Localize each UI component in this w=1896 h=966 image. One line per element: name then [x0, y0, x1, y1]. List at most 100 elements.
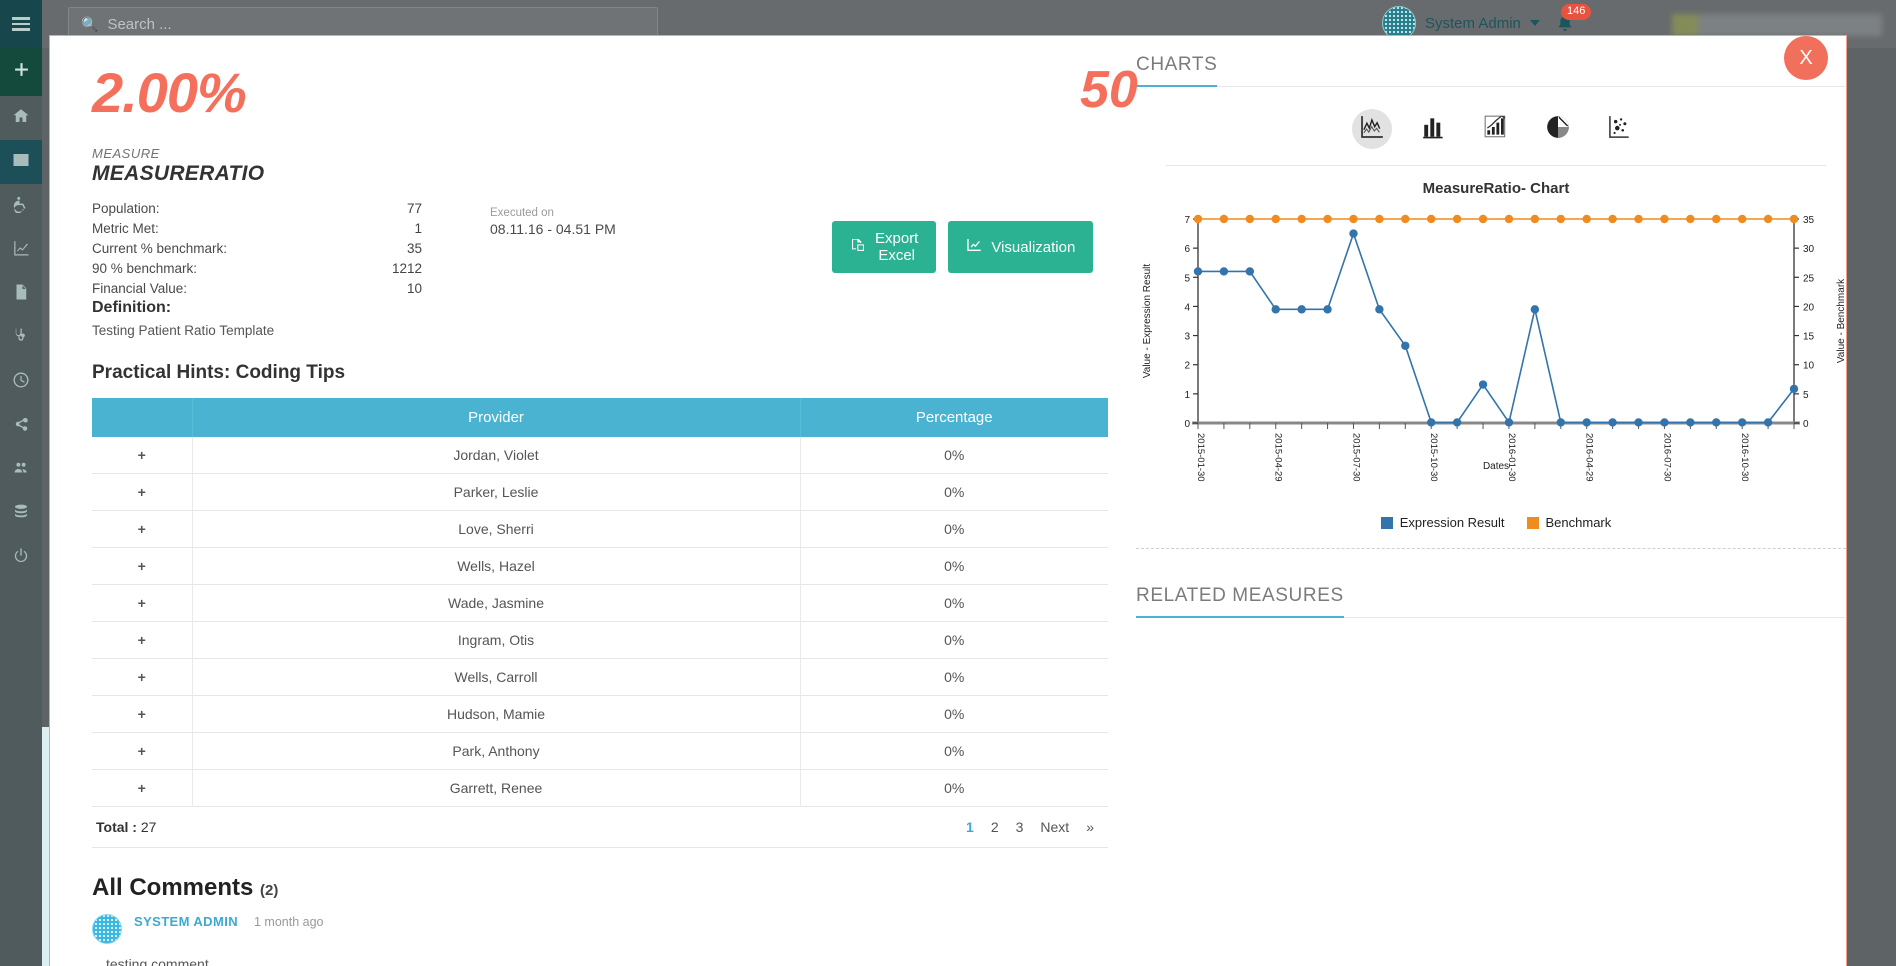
expand-row-button[interactable]: + — [92, 548, 192, 585]
page-2-link[interactable]: 2 — [991, 819, 999, 835]
expand-row-button[interactable]: + — [92, 437, 192, 474]
last-page-link[interactable]: » — [1086, 819, 1094, 835]
charts-panel: CHARTS — [1110, 36, 1846, 966]
wheelchair-icon — [12, 195, 30, 218]
page-3-link[interactable]: 3 — [1016, 819, 1024, 835]
sidebar-item-patients[interactable] — [0, 184, 42, 228]
hints-title: Practical Hints: Coding Tips — [92, 362, 1088, 384]
export-excel-button[interactable]: Export Excel — [832, 221, 936, 273]
sidebar-item-logout[interactable] — [0, 536, 42, 580]
stat-value: 1 — [414, 219, 422, 239]
measure-name: MEASURERATIO — [92, 162, 1088, 186]
sidebar-item-database[interactable] — [0, 492, 42, 536]
sidebar-item-history[interactable] — [0, 360, 42, 404]
svg-text:2: 2 — [1184, 361, 1190, 372]
sidebar-item-analytics[interactable] — [0, 228, 42, 272]
executed-on-block: Executed on 08.11.16 - 04.51 PM — [490, 207, 616, 237]
bar-chart-icon — [1421, 114, 1447, 145]
total-label: Total : — [96, 819, 137, 835]
sidebar-menu-toggle[interactable] — [0, 0, 42, 48]
cell-provider: Parker, Leslie — [192, 474, 800, 511]
comments-count: (2) — [260, 882, 278, 899]
comment-author[interactable]: SYSTEM ADMIN — [134, 914, 238, 929]
expand-row-button[interactable]: + — [92, 659, 192, 696]
executed-on-value: 08.11.16 - 04.51 PM — [490, 221, 616, 237]
stat-value: 1212 — [392, 259, 422, 279]
area-chart-tab[interactable] — [1476, 109, 1516, 149]
expand-row-button[interactable]: + — [92, 733, 192, 770]
stat-row: 90 % benchmark: 1212 — [92, 259, 422, 279]
sidebar-item-users[interactable] — [0, 448, 42, 492]
legend-item-expression[interactable]: Expression Result — [1381, 515, 1505, 530]
cell-percentage: 0% — [800, 696, 1108, 733]
sidebar-item-measures[interactable] — [0, 140, 42, 184]
definition-title: Definition: — [92, 299, 1088, 317]
expand-row-button[interactable]: + — [92, 622, 192, 659]
export-excel-label: Export Excel — [875, 230, 918, 264]
search-icon: 🔍 — [81, 16, 98, 33]
legend-item-benchmark[interactable]: Benchmark — [1527, 515, 1612, 530]
line-chart-icon — [1359, 114, 1385, 145]
bar-chart-tab[interactable] — [1414, 109, 1454, 149]
expand-row-button[interactable]: + — [92, 474, 192, 511]
stat-row: Metric Met: 1 — [92, 219, 422, 239]
expand-row-button[interactable]: + — [92, 770, 192, 807]
column-header-provider: Provider — [192, 398, 800, 437]
power-icon — [12, 547, 30, 570]
measure-stats-list: Population: 77 Metric Met: 1 Current % b… — [92, 199, 422, 299]
cell-percentage: 0% — [800, 437, 1108, 474]
comment-timestamp: 1 month ago — [254, 915, 324, 929]
visualization-button[interactable]: Visualization — [948, 221, 1093, 273]
visualization-label: Visualization — [991, 239, 1075, 256]
kpi-row: 2.00% 50 — [70, 54, 1088, 146]
sidebar-item-home[interactable] — [0, 96, 42, 140]
svg-text:2015-07-30: 2015-07-30 — [1350, 433, 1361, 482]
scatter-chart-tab[interactable] — [1600, 109, 1640, 149]
cell-percentage: 0% — [800, 548, 1108, 585]
table-footer: Total : 27 1 2 3 Next » — [92, 807, 1108, 848]
stat-label: Population: — [92, 199, 160, 219]
user-name: System Admin — [1425, 15, 1521, 32]
chart-svg: 01234567051015202530352015-01-302015-04-… — [1136, 209, 1846, 509]
next-page-link[interactable]: Next — [1040, 819, 1069, 835]
table-header-row: Provider Percentage — [92, 398, 1108, 437]
kpi-count: 50 — [1080, 60, 1138, 120]
svg-text:20: 20 — [1803, 302, 1815, 313]
table-row: +Hudson, Mamie0% — [92, 696, 1108, 733]
cell-percentage: 0% — [800, 585, 1108, 622]
legend-swatch — [1527, 517, 1539, 529]
charts-heading-wrap: CHARTS — [1136, 54, 1846, 87]
cell-percentage: 0% — [800, 474, 1108, 511]
related-measures-heading: RELATED MEASURES — [1136, 585, 1344, 618]
chart-legend: Expression Result Benchmark — [1136, 515, 1846, 530]
expand-row-button[interactable]: + — [92, 511, 192, 548]
cell-percentage: 0% — [800, 511, 1108, 548]
avatar — [92, 914, 122, 944]
chevron-down-icon — [1530, 20, 1540, 26]
kpi-percent: 2.00% — [92, 60, 246, 125]
expand-row-button[interactable]: + — [92, 585, 192, 622]
total-label-wrap: Total : 27 — [96, 819, 156, 835]
line-chart-tab[interactable] — [1352, 109, 1392, 149]
pie-chart-icon — [1545, 114, 1571, 145]
definition-text: Testing Patient Ratio Template — [92, 323, 1088, 338]
notifications-button[interactable]: 146 — [1555, 12, 1575, 39]
cell-provider: Wells, Carroll — [192, 659, 800, 696]
close-icon[interactable]: X — [1784, 36, 1828, 80]
expand-row-button[interactable]: + — [92, 696, 192, 733]
sidebar-item-add[interactable] — [0, 48, 42, 96]
chart-line-icon — [966, 237, 982, 257]
sidebar-item-documents[interactable] — [0, 272, 42, 316]
column-header-percentage: Percentage — [800, 398, 1108, 437]
comment-text: testing comment...... — [106, 956, 1088, 966]
sidebar-item-clinical[interactable] — [0, 316, 42, 360]
page-1-link[interactable]: 1 — [966, 819, 974, 835]
user-menu[interactable]: System Admin — [1382, 6, 1540, 40]
pie-chart-tab[interactable] — [1538, 109, 1578, 149]
executed-on-label: Executed on — [490, 207, 616, 219]
home-icon — [12, 107, 30, 130]
svg-text:1: 1 — [1184, 390, 1190, 401]
sidebar-item-share[interactable] — [0, 404, 42, 448]
comment-header: SYSTEM ADMIN 1 month ago — [134, 914, 1088, 929]
cell-percentage: 0% — [800, 733, 1108, 770]
